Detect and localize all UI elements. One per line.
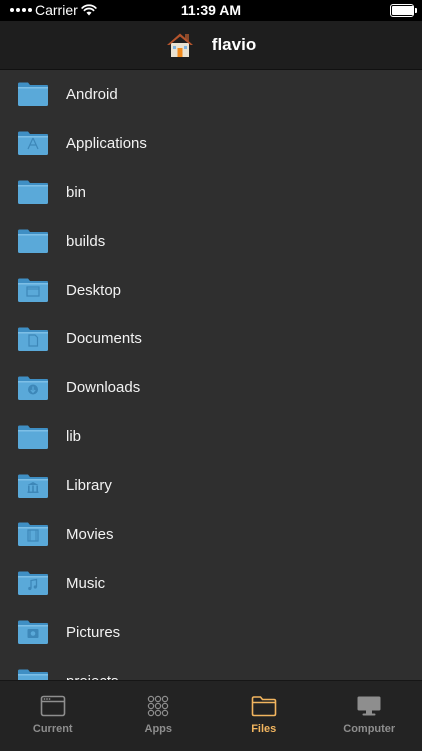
file-name: Android [66,86,118,103]
file-name: Library [66,477,112,494]
monitor-icon [356,695,382,717]
file-name: Documents [66,330,142,347]
file-name: Downloads [66,379,140,396]
folder-icon [17,375,49,401]
folder-icon [17,179,49,205]
home-icon [166,32,194,58]
file-row[interactable]: Movies [0,510,422,559]
tab-label-current: Current [33,723,73,735]
tab-bar: Current Apps Files Computer [0,680,422,751]
page-title: flavio [212,35,256,55]
tab-computer[interactable]: Computer [317,681,422,751]
tab-apps[interactable]: Apps [106,681,212,751]
file-row[interactable]: builds [0,217,422,266]
file-row[interactable]: bin [0,168,422,217]
file-name: bin [66,184,86,201]
file-name: projects [66,673,119,680]
file-row[interactable]: Android [0,70,422,119]
nav-bar: flavio [0,21,422,70]
file-row[interactable]: projects [0,657,422,680]
folder-icon [17,473,49,499]
file-list: Android Applications bin builds Desktop Docum… [0,70,422,680]
folder-icon [17,326,49,352]
folder-icon [17,619,49,645]
tab-label-apps: Apps [145,723,173,735]
file-row[interactable]: Desktop [0,266,422,315]
folder-icon [17,277,49,303]
battery-level [392,6,414,15]
file-name: builds [66,233,105,250]
file-row[interactable]: Downloads [0,363,422,412]
folder-icon [251,695,277,717]
file-row[interactable]: Music [0,559,422,608]
file-name: Desktop [66,282,121,299]
file-row[interactable]: Documents [0,314,422,363]
file-row[interactable]: lib [0,412,422,461]
file-row[interactable]: Library [0,461,422,510]
file-name: Movies [66,526,114,543]
tab-label-computer: Computer [343,723,395,735]
status-time: 11:39 AM [0,2,422,18]
folder-icon [17,668,49,680]
grid-icon [147,695,169,717]
file-row[interactable]: Applications [0,119,422,168]
folder-icon [17,228,49,254]
folder-icon [17,521,49,547]
folder-icon [17,130,49,156]
tab-current[interactable]: Current [0,681,106,751]
tab-files[interactable]: Files [211,681,317,751]
file-name: Applications [66,135,147,152]
tab-label-files: Files [251,723,276,735]
file-name: Music [66,575,105,592]
file-name: lib [66,428,81,445]
folder-icon [17,81,49,107]
battery-icon [390,4,414,17]
file-row[interactable]: Pictures [0,608,422,657]
folder-icon [17,570,49,596]
file-name: Pictures [66,624,120,641]
folder-icon [17,424,49,450]
window-icon [40,695,66,717]
status-bar: Carrier 11:39 AM [0,0,422,21]
